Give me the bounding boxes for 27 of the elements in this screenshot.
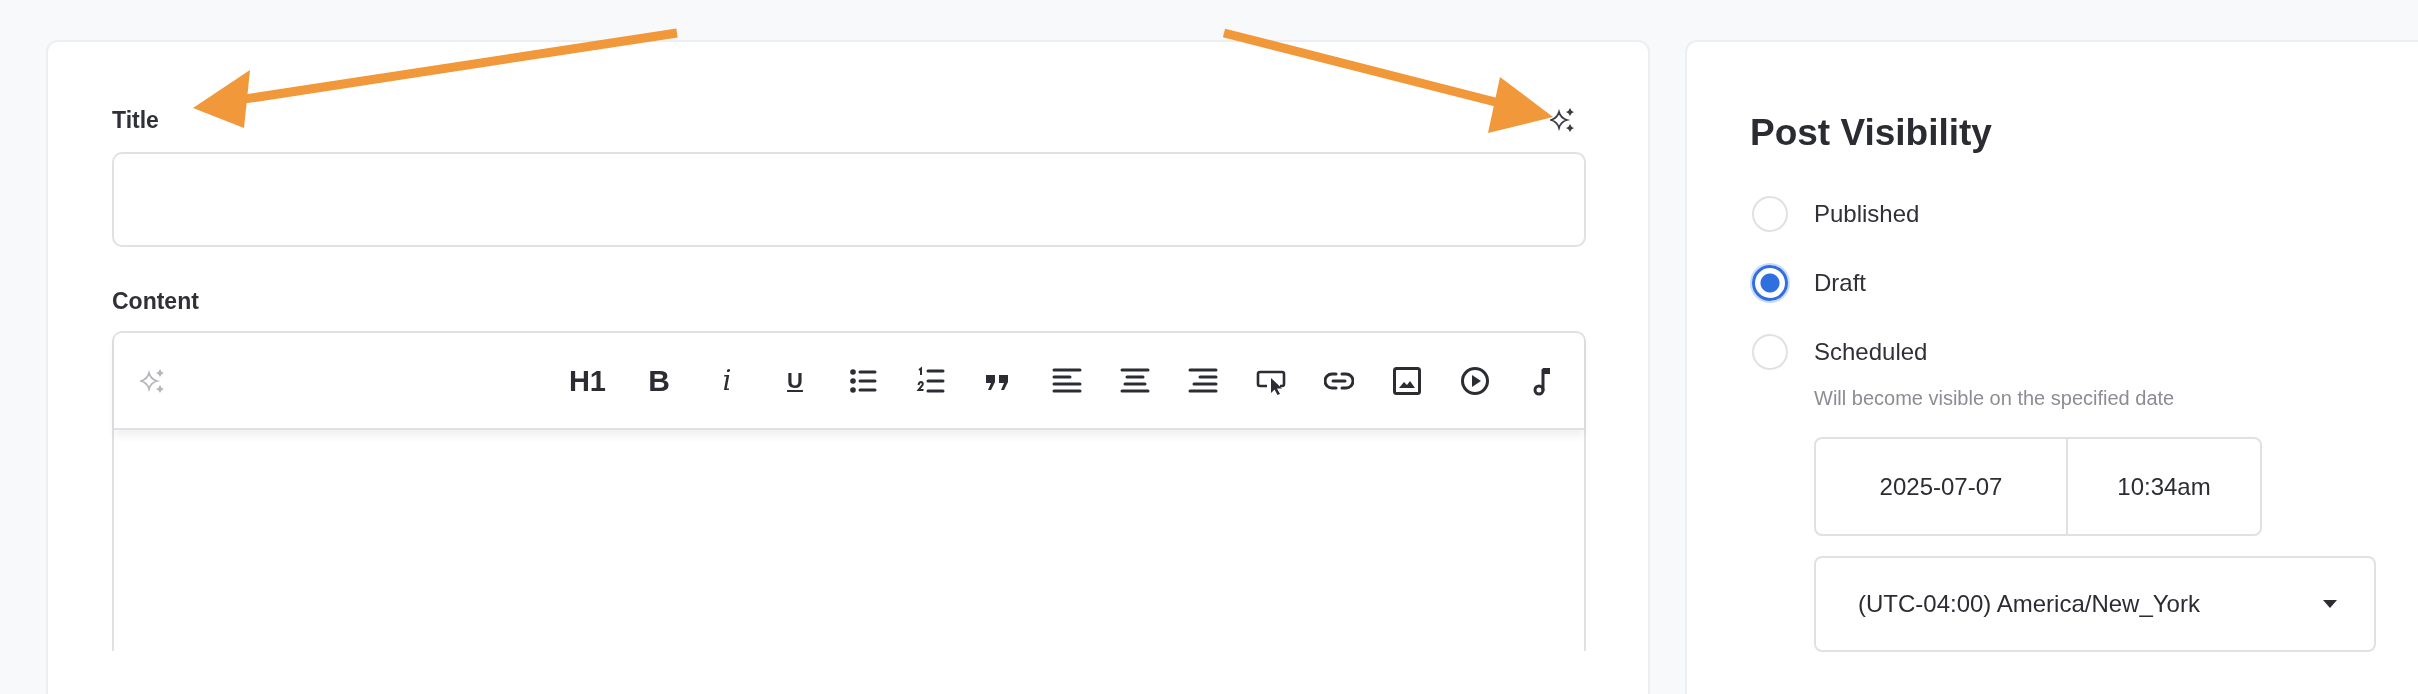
hint-text: Will become visible on the specified date: [1814, 386, 2176, 411]
title-input[interactable]: [112, 152, 1586, 247]
sparkle-icon: [1550, 107, 1576, 133]
play-circle-icon: [1460, 365, 1490, 396]
date-input[interactable]: 2025-07-07: [1816, 439, 2068, 534]
bold-button[interactable]: B: [644, 365, 674, 396]
field-label: Content: [112, 287, 200, 316]
caret-icon: [2322, 599, 2338, 609]
radio-button[interactable]: [1752, 265, 1788, 301]
sparkle-icon: [140, 367, 166, 394]
radio-label: Scheduled: [1814, 338, 1928, 366]
play-circle-button[interactable]: [1460, 365, 1490, 396]
time-input[interactable]: 10:34am: [2068, 439, 2260, 534]
image-button[interactable]: [1392, 365, 1422, 396]
section-heading: Post Visibility: [1750, 111, 1993, 155]
image-icon: [1392, 365, 1422, 396]
heading-button[interactable]: H1: [568, 365, 606, 396]
content-editor[interactable]: H1 B i U: [112, 331, 1586, 651]
timezone-select[interactable]: (UTC-04:00) America/New_York: [1814, 556, 2376, 652]
underline-button[interactable]: U: [780, 365, 810, 396]
radio-label: Published: [1814, 200, 1920, 228]
ai-button[interactable]: [1550, 107, 1576, 133]
italic-button[interactable]: i: [712, 365, 742, 396]
field-label: Title: [112, 106, 159, 134]
numbered-list-icon: [916, 365, 946, 396]
numbered-list-button[interactable]: [916, 365, 946, 396]
radio-label: Draft: [1814, 269, 1866, 297]
